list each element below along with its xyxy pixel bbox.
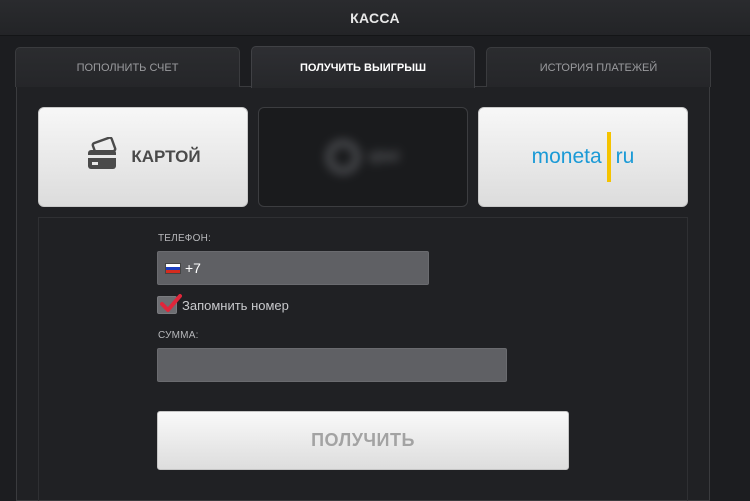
tab-label: ИСТОРИЯ ПЛАТЕЖЕЙ: [539, 61, 658, 74]
tab-label: ПОЛУЧИТЬ ВЫИГРЫШ: [299, 61, 427, 74]
tab-label: ПОПОЛНИТЬ СЧЕТ: [76, 61, 179, 74]
checkmark-icon: [160, 294, 182, 312]
moneta-logo-suffix: ru: [615, 145, 635, 168]
russia-flag-icon: [165, 262, 181, 274]
moneta-logo: moneta ru: [531, 132, 635, 182]
remember-number-checkbox[interactable]: [157, 294, 182, 314]
moneta-logo-divider: [606, 132, 611, 182]
method-card-button[interactable]: КАРТОЙ: [38, 107, 248, 207]
method-qiwi-button[interactable]: qiwi: [258, 107, 468, 207]
moneta-logo-text: moneta: [531, 145, 602, 168]
amount-input[interactable]: [157, 348, 507, 382]
method-qiwi-label: qiwi: [368, 148, 400, 165]
amount-label: СУММА:: [158, 330, 199, 341]
page-title: КАССА: [350, 9, 400, 26]
remember-number-label: Запомнить номер: [182, 298, 289, 313]
submit-label: ПОЛУЧИТЬ: [311, 430, 415, 450]
method-card-label: КАРТОЙ: [131, 147, 201, 166]
tab-payment-history[interactable]: ИСТОРИЯ ПЛАТЕЖЕЙ: [486, 47, 711, 87]
phone-value: +7: [185, 260, 201, 276]
tab-deposit[interactable]: ПОПОЛНИТЬ СЧЕТ: [15, 47, 240, 87]
tab-withdraw[interactable]: ПОЛУЧИТЬ ВЫИГРЫШ: [251, 46, 475, 88]
credit-card-icon: [85, 135, 121, 178]
withdraw-submit-button[interactable]: ПОЛУЧИТЬ: [157, 411, 569, 470]
qiwi-logo-blurred: qiwi: [326, 140, 400, 174]
phone-input[interactable]: +7: [157, 251, 429, 285]
cashier-header: КАССА: [0, 0, 750, 36]
phone-label: ТЕЛЕФОН:: [158, 233, 211, 244]
qiwi-circle-icon: [326, 140, 361, 174]
method-moneta-button[interactable]: moneta ru: [478, 107, 688, 207]
